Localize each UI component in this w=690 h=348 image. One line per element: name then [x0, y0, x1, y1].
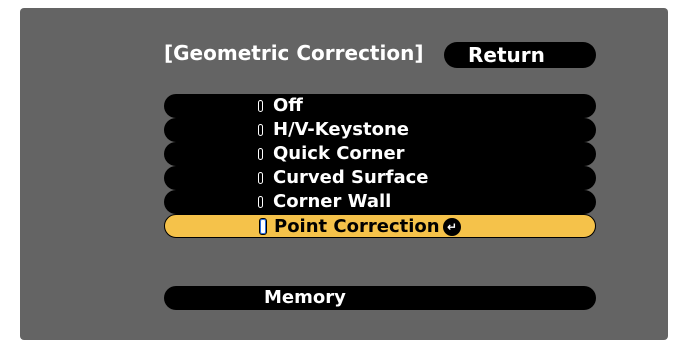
radio-off: [258, 100, 263, 112]
option-label: Curved Surface: [273, 167, 429, 188]
radio-point-correction: [259, 218, 267, 235]
radio-quick-corner: [258, 148, 263, 160]
option-hv-keystone[interactable]: H/V-Keystone: [164, 118, 596, 142]
projector-menu-screen: [Geometric Correction] Return Off H/V-Ke…: [20, 8, 668, 340]
menu-title: [Geometric Correction]: [164, 41, 424, 65]
option-label: Point Correction: [274, 216, 440, 237]
option-corner-wall[interactable]: Corner Wall: [164, 190, 596, 214]
option-label: Off: [273, 95, 303, 116]
memory-button[interactable]: Memory: [164, 286, 596, 310]
option-quick-corner[interactable]: Quick Corner: [164, 142, 596, 166]
option-curved-surface[interactable]: Curved Surface: [164, 166, 596, 190]
radio-hv-keystone: [258, 124, 263, 136]
option-label: Corner Wall: [273, 191, 392, 212]
enter-icon: ↵: [443, 218, 461, 236]
radio-corner-wall: [258, 196, 263, 208]
option-label: Quick Corner: [273, 143, 405, 164]
return-button[interactable]: Return: [444, 42, 596, 68]
option-label: H/V-Keystone: [273, 119, 410, 140]
radio-curved-surface: [258, 172, 263, 184]
geometric-correction-options: Off H/V-Keystone Quick Corner Curved Sur…: [164, 94, 596, 254]
option-off[interactable]: Off: [164, 94, 596, 118]
option-point-correction[interactable]: Point Correction ↵: [164, 214, 596, 238]
